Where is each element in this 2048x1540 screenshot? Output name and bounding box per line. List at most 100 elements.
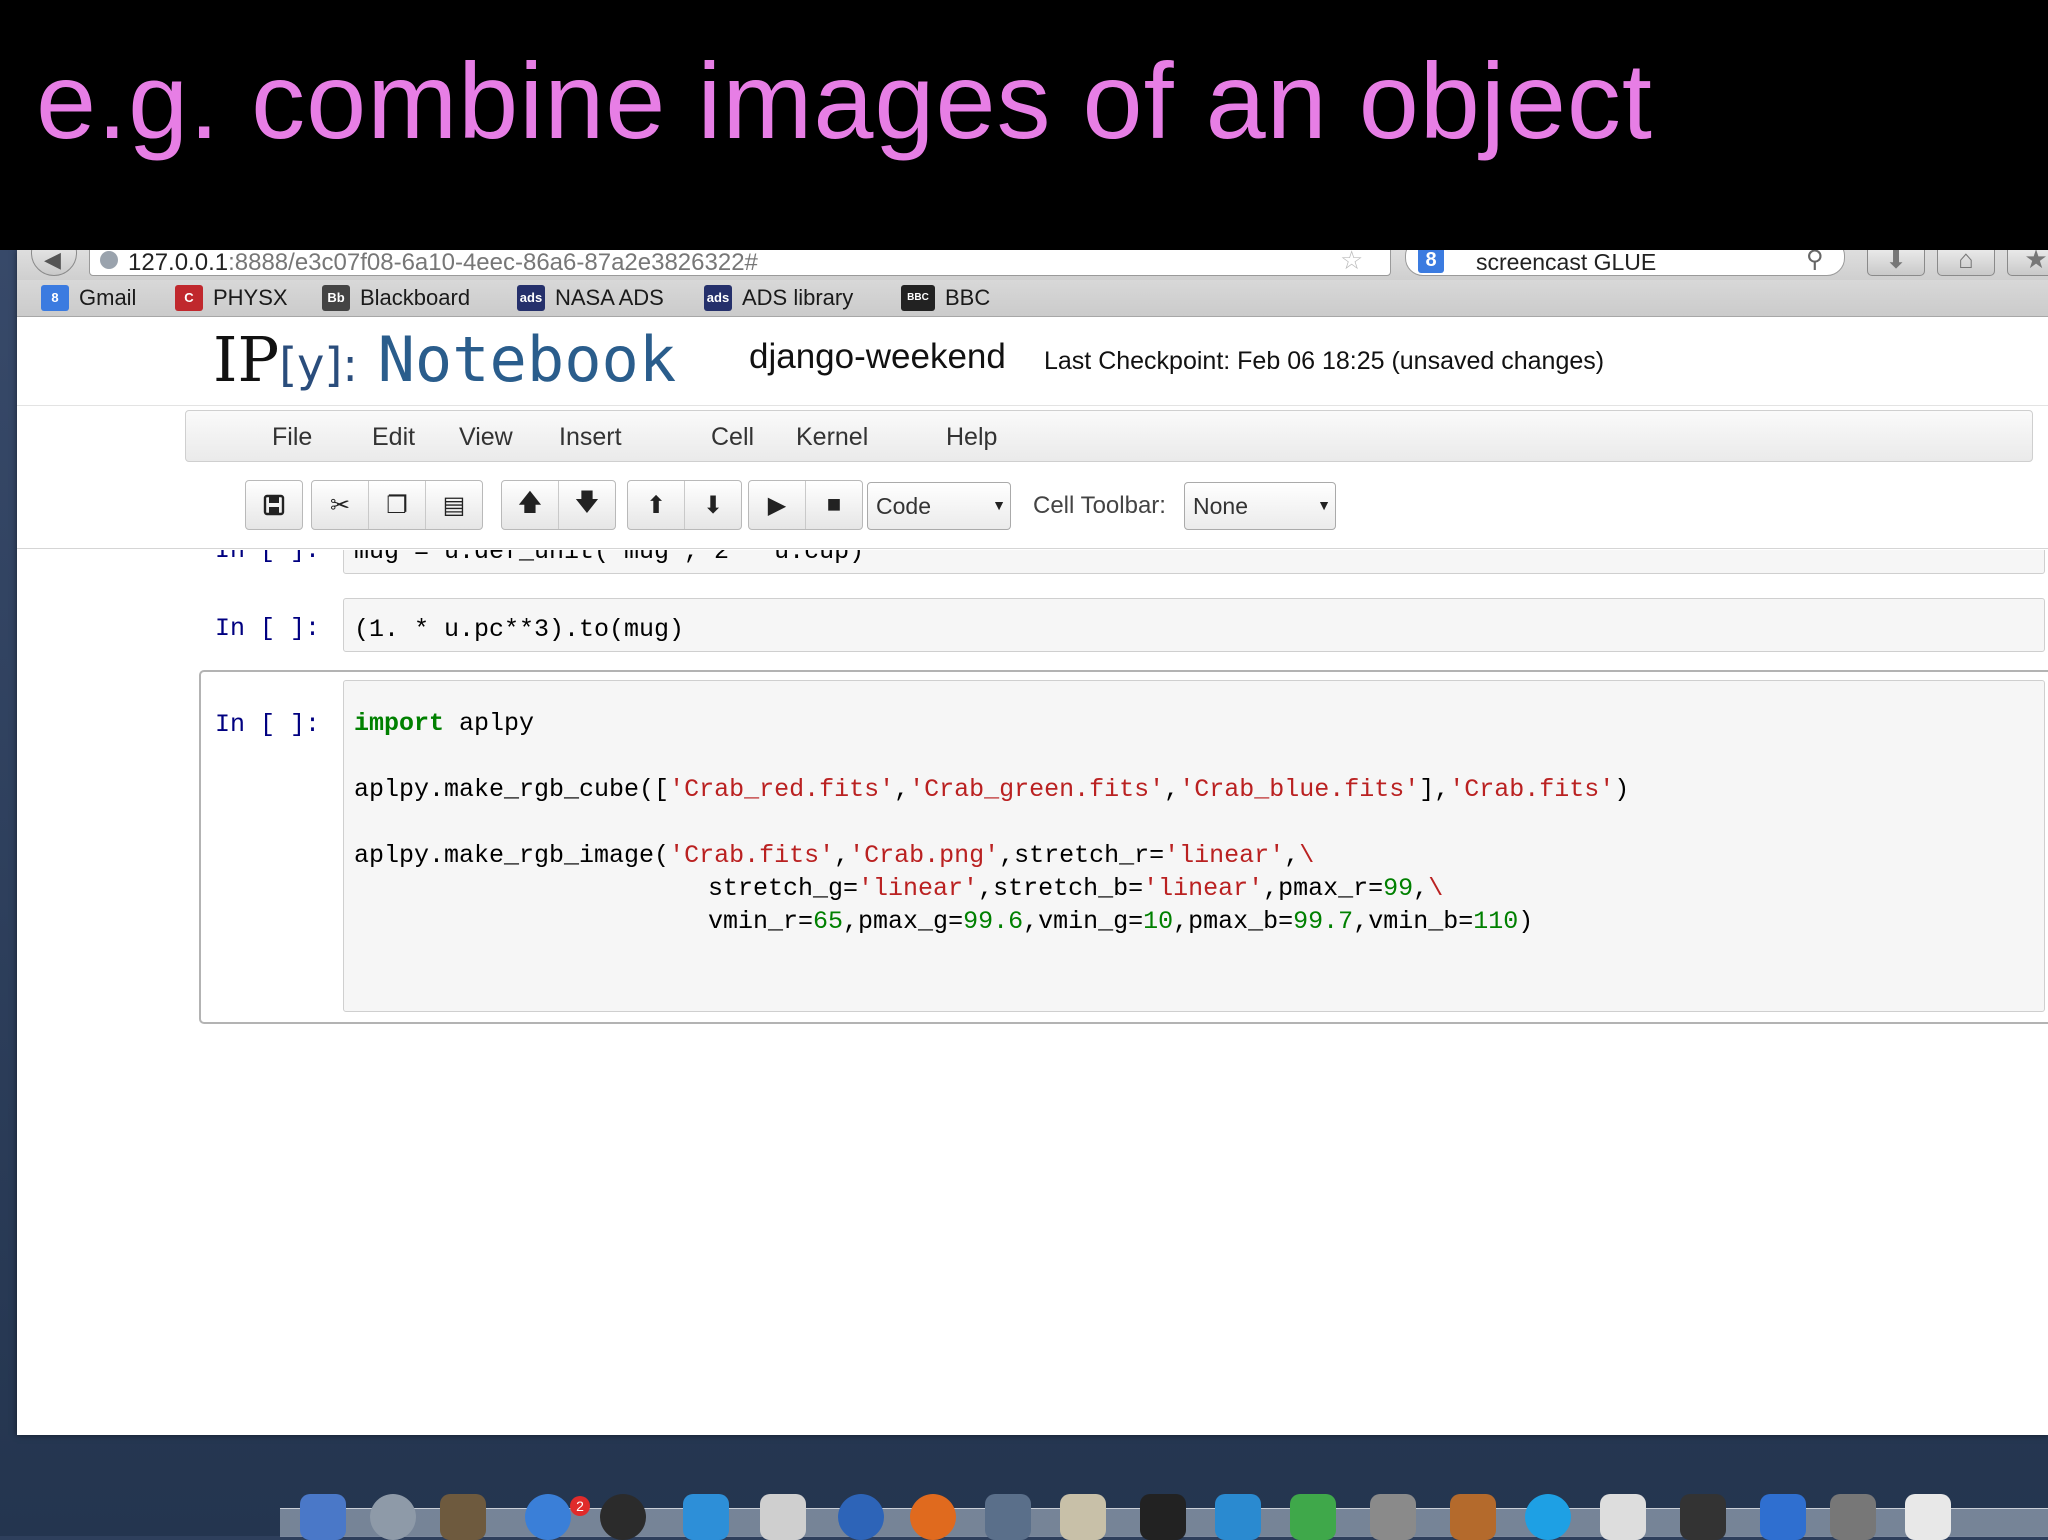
bookmark-label: Gmail bbox=[79, 285, 137, 310]
code-cell-input[interactable]: import aplpy aplpy.make_rgb_cube(['Crab_… bbox=[343, 680, 2045, 1012]
menu-insert[interactable]: Insert bbox=[559, 423, 622, 452]
home-button[interactable]: ⌂ bbox=[1937, 250, 1995, 276]
app-icon[interactable] bbox=[1600, 1494, 1646, 1540]
menu-cell[interactable]: Cell bbox=[711, 423, 754, 452]
menu-bar: File Edit View Insert Cell Kernel Help bbox=[185, 410, 2033, 462]
safari-icon[interactable] bbox=[838, 1494, 884, 1540]
copy-button[interactable]: ❐ bbox=[369, 481, 426, 529]
code-line: vmin_r=65,pmax_g=99.6,vmin_g=10,pmax_b=9… bbox=[708, 907, 1534, 936]
bookmark-label: NASA ADS bbox=[555, 285, 664, 310]
move-up-button[interactable]: 🡅 bbox=[502, 481, 559, 529]
search-bar[interactable]: 8 screencast GLUE ⚲ bbox=[1405, 250, 1845, 276]
insert-below-button[interactable]: ⬇ bbox=[685, 481, 741, 529]
search-input[interactable]: screencast GLUE bbox=[1476, 250, 1656, 276]
finder-icon[interactable] bbox=[300, 1494, 346, 1540]
bookmarks-menu-button[interactable]: ★ bbox=[2007, 250, 2048, 276]
app-icon[interactable] bbox=[1830, 1494, 1876, 1540]
stop-button[interactable]: ■ bbox=[806, 481, 862, 529]
menu-kernel[interactable]: Kernel bbox=[796, 423, 868, 452]
arrow-up-icon: 🡅 bbox=[517, 488, 543, 516]
bookmark-star-icon[interactable]: ☆ bbox=[1340, 250, 1363, 276]
move-down-button[interactable]: 🡇 bbox=[559, 481, 615, 529]
logo-notebook: Notebook bbox=[377, 323, 677, 396]
move-group: 🡅 🡇 bbox=[501, 480, 616, 530]
save-group bbox=[245, 480, 303, 530]
code-cell-input[interactable]: mug = u.def_unit('mug', 2 * u.cup) bbox=[343, 550, 2045, 574]
code-line: stretch_g='linear',stretch_b='linear',pm… bbox=[708, 874, 1444, 903]
app-store-icon[interactable] bbox=[525, 1494, 571, 1540]
arrow-down-icon: 🡇 bbox=[574, 488, 600, 516]
app-icon[interactable] bbox=[1760, 1494, 1806, 1540]
paste-icon: ▤ bbox=[442, 491, 466, 519]
system-preferences-icon[interactable] bbox=[1370, 1494, 1416, 1540]
logo-y: [y]: bbox=[279, 338, 358, 392]
back-button[interactable]: ◀ bbox=[31, 250, 77, 276]
insert-group: ⬆ ⬇ bbox=[627, 480, 742, 530]
bookmark-label: ADS library bbox=[742, 285, 854, 310]
cell-toolbar-select[interactable]: None ▼ bbox=[1184, 482, 1336, 530]
bookmarks-toolbar: 8 Gmail C PHYSX Bb Blackboard ads NASA ADS a… bbox=[17, 280, 2048, 317]
cell-prompt: In [ ]: bbox=[215, 614, 321, 643]
twitter-icon[interactable] bbox=[683, 1494, 729, 1540]
app-icon[interactable] bbox=[1905, 1494, 1951, 1540]
cell-type-select[interactable]: Code ▼ bbox=[867, 482, 1011, 530]
skype-icon[interactable] bbox=[1525, 1494, 1571, 1540]
mail-icon[interactable] bbox=[760, 1494, 806, 1540]
activity-monitor-icon[interactable] bbox=[1680, 1494, 1726, 1540]
ipython-logo[interactable]: IP[y]: Notebook bbox=[213, 323, 676, 396]
notebook-header: IP[y]: Notebook django-weekend Last Chec… bbox=[17, 317, 2048, 406]
paste-button[interactable]: ▤ bbox=[426, 481, 482, 529]
cell-prompt: In [ ]: bbox=[215, 710, 321, 739]
firefox-icon[interactable] bbox=[910, 1494, 956, 1540]
bookmark-blackboard[interactable]: Bb Blackboard bbox=[322, 280, 470, 316]
code-cell-input[interactable]: (1. * u.pc**3).to(mug) bbox=[343, 598, 2045, 652]
launchpad-icon[interactable] bbox=[370, 1494, 416, 1540]
save-button[interactable] bbox=[246, 481, 302, 529]
circle-arrow-up-icon: ⬆ bbox=[645, 491, 667, 519]
url-text: 127.0.0.1:8888/e3c07f08-6a10-4eec-86a6-8… bbox=[128, 250, 758, 277]
insert-above-button[interactable]: ⬆ bbox=[628, 481, 685, 529]
bookmark-ads-library[interactable]: ads ADS library bbox=[704, 280, 853, 316]
chevron-down-icon: ▼ bbox=[1317, 497, 1331, 513]
app-icon[interactable] bbox=[1290, 1494, 1336, 1540]
app-icon[interactable] bbox=[1215, 1494, 1261, 1540]
code-line: import aplpy bbox=[354, 709, 535, 738]
cut-button[interactable]: ✂ bbox=[312, 481, 369, 529]
star-icon: ★ bbox=[2024, 250, 2048, 274]
bookmark-label: PHYSX bbox=[213, 285, 288, 310]
menu-file[interactable]: File bbox=[272, 423, 312, 452]
checkpoint-status: Last Checkpoint: Feb 06 18:25 (unsaved c… bbox=[1044, 347, 1605, 375]
save-icon bbox=[263, 494, 285, 516]
menu-help[interactable]: Help bbox=[946, 423, 997, 452]
app-icon[interactable] bbox=[1450, 1494, 1496, 1540]
bookmark-gmail[interactable]: 8 Gmail bbox=[41, 280, 136, 316]
photo-booth-icon[interactable] bbox=[440, 1494, 486, 1540]
home-icon: ⌂ bbox=[1958, 250, 1974, 274]
url-bar[interactable]: 127.0.0.1:8888/e3c07f08-6a10-4eec-86a6-8… bbox=[89, 250, 1443, 277]
navigation-toolbar: ◀ 127.0.0.1:8888/e3c07f08-6a10-4eec-86a6… bbox=[17, 250, 2048, 280]
site-identity-icon[interactable] bbox=[100, 251, 118, 269]
menu-edit[interactable]: Edit bbox=[372, 423, 415, 452]
bookmark-nasa-ads[interactable]: ads NASA ADS bbox=[517, 280, 664, 316]
cell-toolbar-value: None bbox=[1193, 493, 1248, 519]
itunes-icon[interactable] bbox=[985, 1494, 1031, 1540]
code-line: mug = u.def_unit('mug', 2 * u.cup) bbox=[354, 550, 865, 566]
search-engine-icon[interactable]: 8 bbox=[1418, 250, 1444, 273]
cell-toolbar-label: Cell Toolbar: bbox=[1033, 492, 1166, 519]
bookmark-bbc[interactable]: BBC BBC bbox=[901, 280, 990, 316]
dashboard-icon[interactable] bbox=[600, 1494, 646, 1540]
cell-prompt: In [ ]: bbox=[215, 550, 321, 565]
run-button[interactable]: ▶ bbox=[749, 481, 806, 529]
preview-icon[interactable] bbox=[1060, 1494, 1106, 1540]
bookmark-label: BBC bbox=[945, 285, 991, 310]
downloads-button[interactable]: ⬇ bbox=[1867, 250, 1925, 276]
terminal-icon[interactable] bbox=[1140, 1494, 1186, 1540]
back-arrow-icon: ◀ bbox=[44, 250, 61, 272]
menu-view[interactable]: View bbox=[459, 423, 513, 452]
notebook-name[interactable]: django-weekend bbox=[749, 337, 1006, 377]
download-icon: ⬇ bbox=[1885, 250, 1907, 274]
notebook-container[interactable]: In [ ]: mug = u.def_unit('mug', 2 * u.cu… bbox=[17, 550, 2048, 1435]
code-line: aplpy.make_rgb_image('Crab.fits','Crab.p… bbox=[354, 841, 1315, 870]
bookmark-physx[interactable]: C PHYSX bbox=[175, 280, 288, 316]
search-icon[interactable]: ⚲ bbox=[1806, 250, 1824, 274]
